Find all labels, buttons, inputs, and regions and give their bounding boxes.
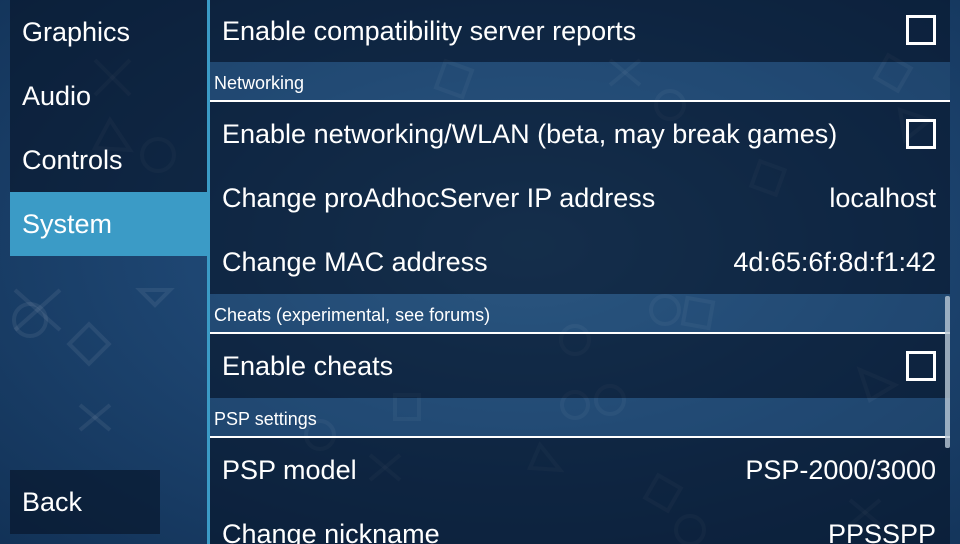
sidebar-item-system[interactable]: System xyxy=(10,192,208,256)
setting-label: Change proAdhocServer IP address xyxy=(222,183,656,213)
sidebar-item-graphics[interactable]: Graphics xyxy=(10,0,208,64)
setting-row-compat-reports[interactable]: Enable compatibility server reports xyxy=(210,0,950,62)
setting-value: localhost xyxy=(829,183,936,213)
sidebar-item-label: Graphics xyxy=(22,17,131,47)
setting-label: Enable cheats xyxy=(222,351,394,381)
sidebar-item-controls[interactable]: Controls xyxy=(10,128,208,192)
setting-row-enable-networking[interactable]: Enable networking/WLAN (beta, may break … xyxy=(210,102,950,166)
settings-category-sidebar: Graphics Audio Controls System xyxy=(10,0,208,544)
setting-label: PSP model xyxy=(222,455,357,485)
section-title: Networking xyxy=(214,73,305,93)
enable-networking-checkbox[interactable] xyxy=(906,119,936,149)
setting-value: PPSSPP xyxy=(827,519,936,544)
sidebar-item-label: Controls xyxy=(22,145,123,175)
section-title: Cheats (experimental, see forums) xyxy=(214,305,491,325)
section-header-cheats: Cheats (experimental, see forums) xyxy=(210,294,950,334)
setting-row-enable-cheats[interactable]: Enable cheats xyxy=(210,334,950,398)
back-button-label: Back xyxy=(22,487,83,517)
sidebar-item-label: System xyxy=(22,209,113,239)
enable-cheats-checkbox[interactable] xyxy=(906,351,936,381)
setting-label: Enable compatibility server reports xyxy=(222,16,637,46)
section-title: PSP settings xyxy=(214,409,317,429)
section-header-psp-settings: PSP settings xyxy=(210,398,950,438)
setting-value: PSP-2000/3000 xyxy=(745,455,936,485)
sidebar-item-label: Audio xyxy=(22,81,92,111)
setting-label: Change nickname xyxy=(222,519,440,544)
setting-value: 4d:65:6f:8d:f1:42 xyxy=(733,247,936,277)
setting-row-adhoc-server[interactable]: Change proAdhocServer IP address localho… xyxy=(210,166,950,230)
setting-row-nickname[interactable]: Change nickname PPSSPP xyxy=(210,502,950,544)
setting-row-mac-address[interactable]: Change MAC address 4d:65:6f:8d:f1:42 xyxy=(210,230,950,294)
sidebar-item-audio[interactable]: Audio xyxy=(10,64,208,128)
setting-label: Change MAC address xyxy=(222,247,488,277)
settings-list: Enable compatibility server reports Netw… xyxy=(210,0,950,544)
settings-scrollbar[interactable] xyxy=(945,296,950,448)
section-header-networking: Networking xyxy=(210,62,950,102)
setting-label: Enable networking/WLAN (beta, may break … xyxy=(222,119,838,149)
back-button[interactable]: Back xyxy=(10,470,160,534)
compat-reports-checkbox[interactable] xyxy=(906,15,936,45)
setting-row-psp-model[interactable]: PSP model PSP-2000/3000 xyxy=(210,438,950,502)
